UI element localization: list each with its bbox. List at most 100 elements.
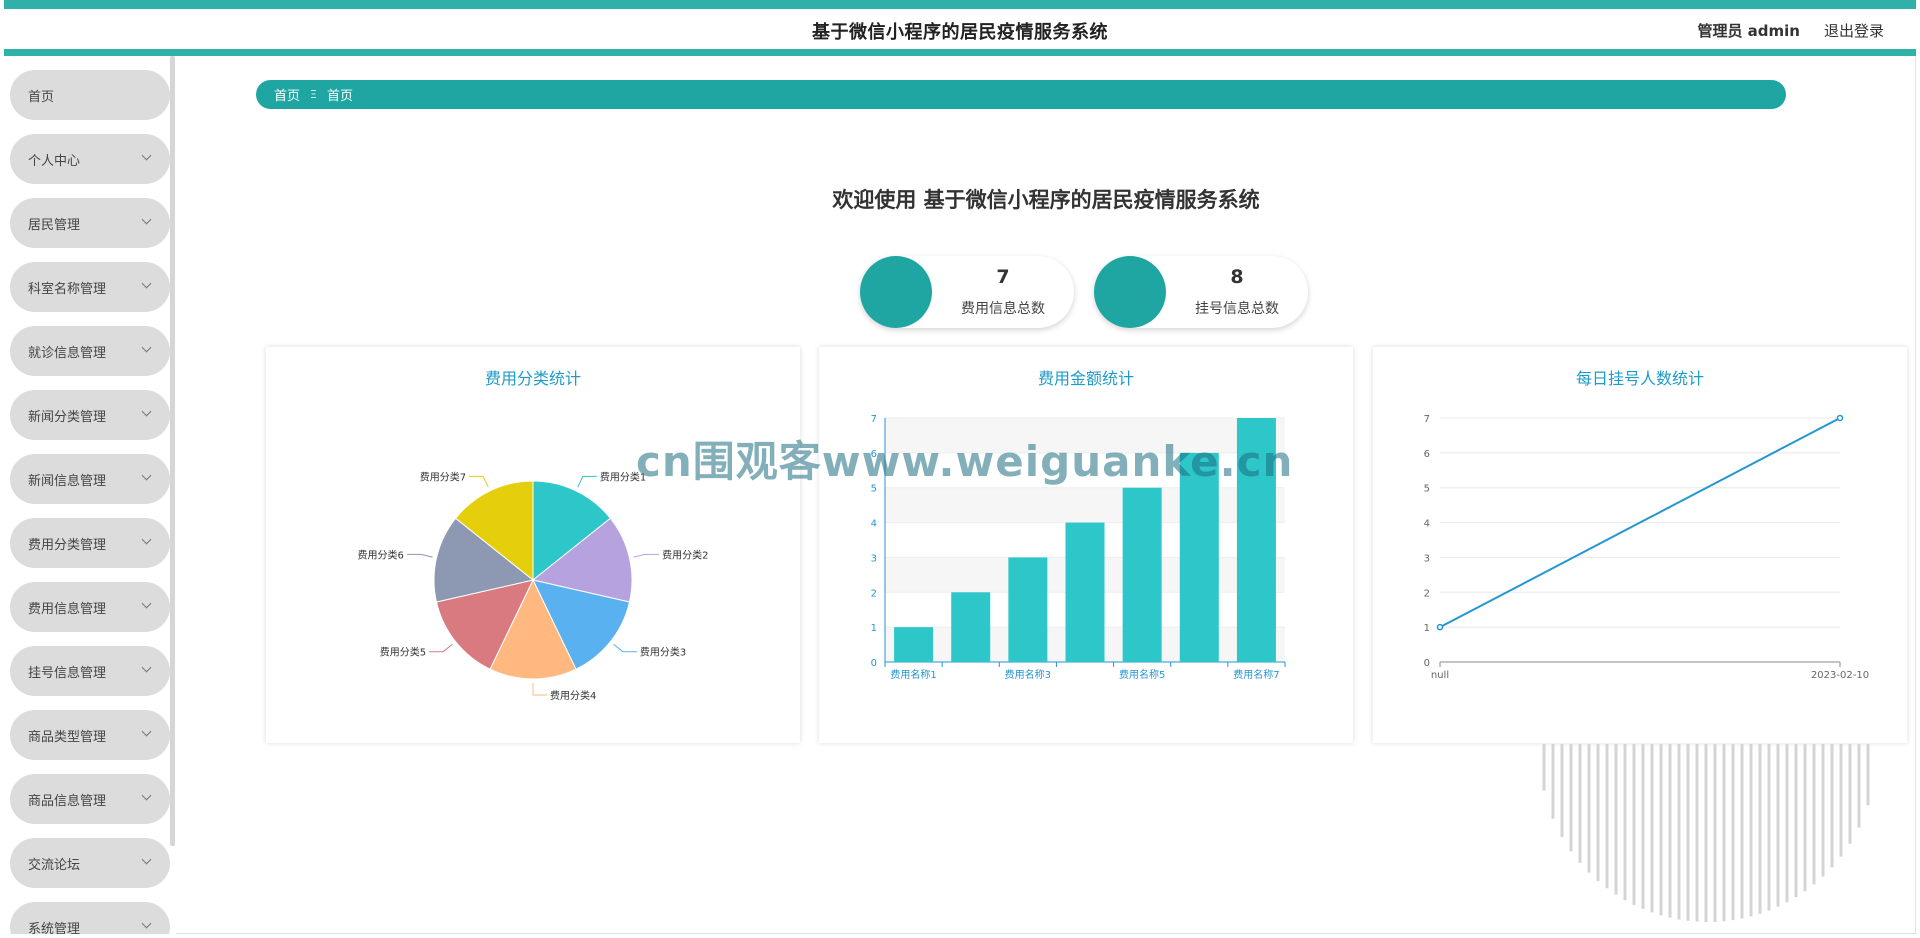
chevron-down-icon [141,790,152,801]
sidebar-item-7[interactable]: 费用分类管理 [10,518,170,568]
stat-label: 费用信息总数 [961,301,1045,317]
watermark: cn围观客www.weiguanke.cn [636,437,1294,486]
sidebar-item-3[interactable]: 科室名称管理 [10,262,170,312]
top-header: 基于微信小程序的居民疫情服务系统 管理员 admin 退出登录 [4,9,1916,49]
bar-chart: 01234567费用名称1 费用名称3 费用名称5 费用名称7 [871,414,1286,681]
sidebar-item-4[interactable]: 就诊信息管理 [10,326,170,376]
y-tick-label: 0 [871,658,877,669]
sidebar-item-label: 个人中心 [28,153,81,169]
sidebar-item-label: 费用分类管理 [28,537,107,553]
sidebar-item-8[interactable]: 费用信息管理 [10,582,170,632]
pie-slice-label: 费用分类4 [550,689,596,702]
sidebar-item-label: 科室名称管理 [28,281,107,297]
chevron-down-icon [141,918,152,929]
sidebar-item-label: 居民管理 [28,217,81,233]
pie-label-line [613,643,637,653]
x-tick-label: 费用名称3 [1005,668,1051,681]
sidebar-item-12[interactable]: 交流论坛 [10,838,170,888]
y-tick-label: 2 [1424,588,1430,599]
bar [894,627,934,662]
pie-label-line [577,475,597,488]
bar [1122,487,1162,662]
user-label: 管理员 admin [1697,22,1800,40]
sidebar-item-label: 交流论坛 [28,857,81,873]
line-chart-panel: 每日挂号人数统计 0 1 2 3 4 5 6 7 null 2023-02-10 [1373,347,1907,743]
y-tick-label: 3 [871,553,877,564]
sidebar-item-6[interactable]: 新闻信息管理 [10,454,170,504]
x-tick-label: 2023-02-10 [1811,670,1869,681]
bar [1008,557,1048,662]
sidebar-item-10[interactable]: 商品类型管理 [10,710,170,760]
line-point [1436,623,1444,631]
y-tick-label: 0 [1424,658,1430,669]
pie-label-line [469,475,489,488]
decorative-stripes [1540,744,1876,938]
sidebar-item-label: 新闻分类管理 [28,409,107,425]
sidebar-item-label: 新闻信息管理 [28,473,107,489]
sidebar-scrollbar[interactable] [170,56,175,846]
pie-label-line [532,683,547,696]
grid-band [885,487,1285,523]
chevron-down-icon [141,470,152,481]
sidebar-item-1[interactable]: 个人中心 [10,134,170,184]
sidebar-item-0[interactable]: 首页 [10,70,170,120]
sidebar-item-13[interactable]: 系统管理 [10,902,170,934]
bar-chart-panel: 费用金额统计 0 1 2 3 4 5 6 7 费用名称1 费用名称3 费用名称5 费用名称7 [819,347,1353,743]
sidebar-item-9[interactable]: 挂号信息管理 [10,646,170,696]
header-accent-strip [4,49,1916,56]
y-tick-label: 1 [1424,623,1430,634]
pie-label-line [633,553,660,558]
y-tick-label: 7 [871,414,877,425]
chevron-down-icon [141,150,152,161]
sidebar-item-label: 商品信息管理 [28,793,107,809]
pie-label-line [429,643,453,653]
x-tick-label: 费用名称5 [1119,668,1165,681]
stat-card-registration-count: 8 挂号信息总数 [1094,256,1308,328]
pie-chart-panel: 费用分类统计 费用分类1 费用分类2 费用分类3 费用分类4 费用分类5 费用分类6 费用分… [266,347,800,743]
chevron-down-icon [141,342,152,353]
y-tick-label: 4 [871,519,877,530]
pie-chart: 费用分类1费用分类2费用分类3费用分类4费用分类5费用分类6费用分类7 [358,470,709,702]
chevron-down-icon [141,662,152,673]
pie-slice-label: 费用分类7 [420,470,466,483]
breadcrumb: 首页 Ξ 首页 [256,80,1786,109]
y-tick-label: 3 [1424,553,1430,564]
welcome-heading: 欢迎使用 基于微信小程序的居民疫情服务系统 [832,188,1260,212]
x-tick-label: null [1431,670,1449,681]
sidebar-item-label: 系统管理 [28,921,81,935]
sidebar: 首页个人中心居民管理科室名称管理 就诊信息管理 新闻分类管理 新闻信息管理 费用分类管理… [4,56,176,934]
sidebar-item-label: 商品类型管理 [28,729,107,745]
y-tick-label: 2 [871,588,877,599]
top-accent-strip [4,0,1916,9]
sidebar-item-label: 就诊信息管理 [28,345,107,361]
chevron-down-icon [141,214,152,225]
breadcrumb-separator-icon: Ξ [310,88,317,101]
pie-label-line [406,553,433,558]
breadcrumb-home[interactable]: 首页 [274,85,300,104]
y-tick-label: 5 [1424,484,1430,495]
pie-slice-label: 费用分类5 [380,646,426,659]
sidebar-item-5[interactable]: 新闻分类管理 [10,390,170,440]
sidebar-item-2[interactable]: 居民管理 [10,198,170,248]
y-tick-label: 4 [1424,519,1430,530]
sidebar-item-label: 首页 [28,89,55,105]
line-chart: 0 1 2 3 4 5 6 7 null 2023-02-10 [1424,414,1869,681]
stat-label: 挂号信息总数 [1195,301,1279,317]
x-tick-label: 费用名称1 [890,668,936,681]
chevron-down-icon [141,534,152,545]
pie-slice-label: 费用分类3 [640,646,686,659]
pie-slice-label: 费用分类2 [662,548,708,561]
y-tick-label: 7 [1424,414,1430,425]
logout-button[interactable]: 退出登录 [1824,20,1884,41]
sidebar-item-label: 费用信息管理 [28,601,107,617]
stat-value: 8 [1230,266,1244,288]
stat-circle-icon [1094,256,1166,328]
chevron-down-icon [141,406,152,417]
y-tick-label: 6 [1424,449,1430,460]
sidebar-item-11[interactable]: 商品信息管理 [10,774,170,824]
stat-value: 7 [996,266,1010,288]
chevron-down-icon [141,726,152,737]
pie-slice-label: 费用分类6 [358,548,404,561]
line-point [1836,414,1844,422]
bar [951,592,991,662]
